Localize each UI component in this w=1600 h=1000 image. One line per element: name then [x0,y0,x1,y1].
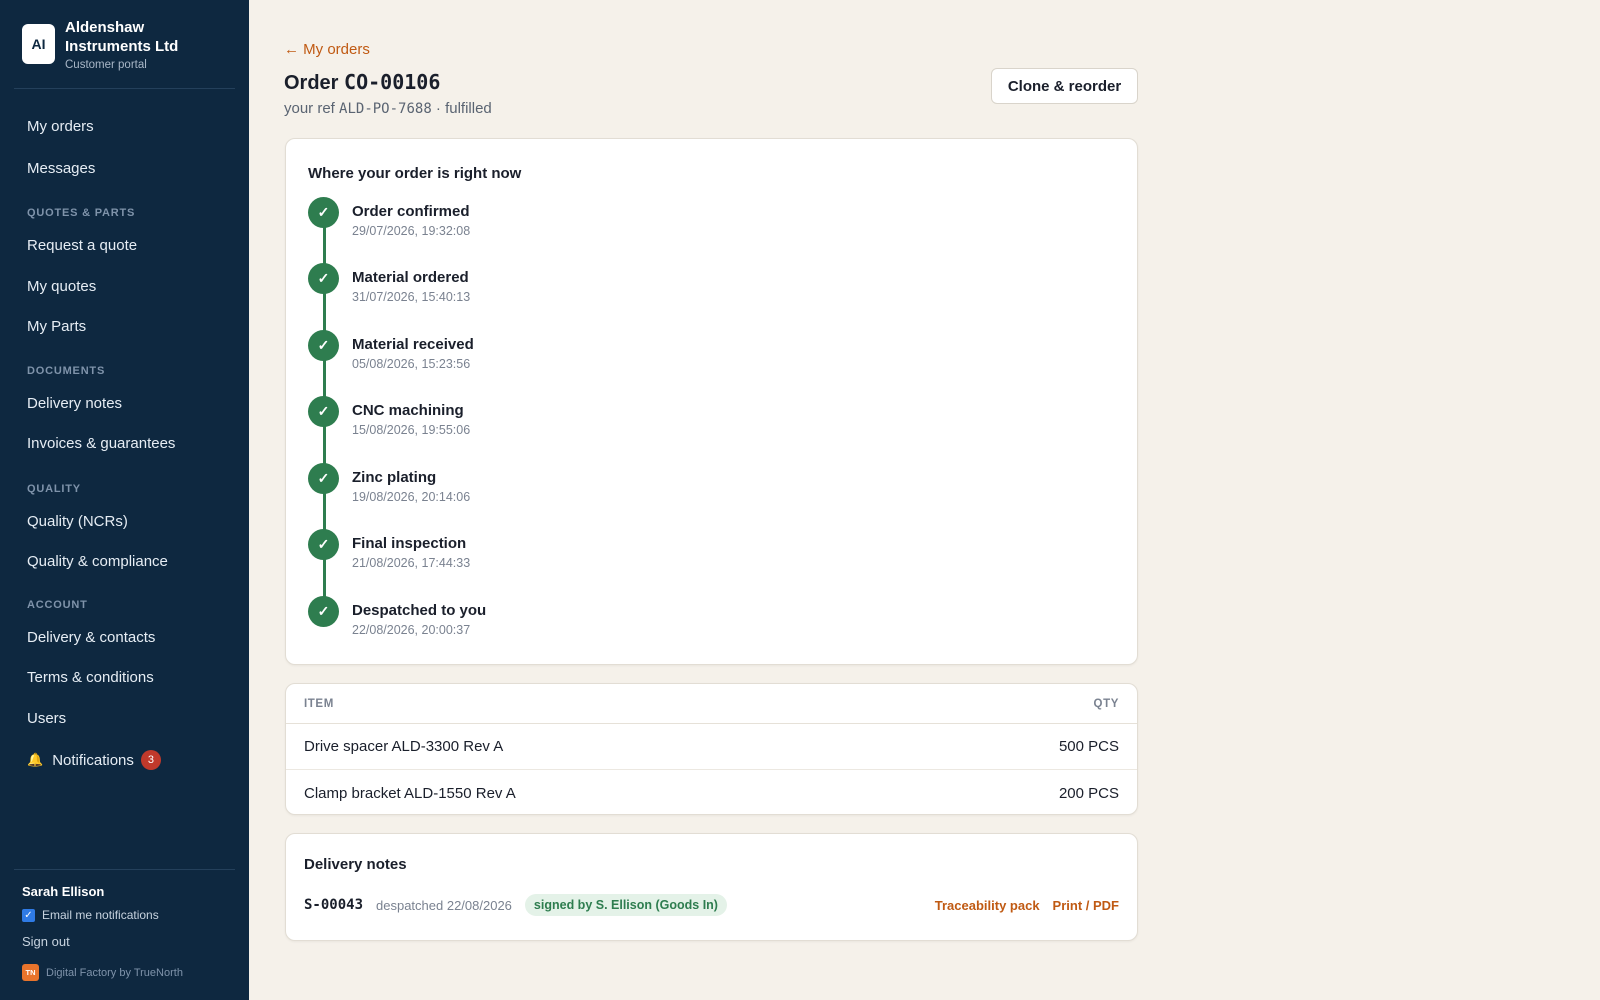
table-row: Drive spacer ALD-3300 Rev A 500 PCS [286,724,1137,770]
ref-prefix: your ref [284,100,335,117]
step-title: Material received [352,336,474,353]
order-id: CO-00106 [344,70,441,94]
brand-logo: AI [22,24,55,64]
back-to-orders-link[interactable]: ← My orders [284,41,370,58]
delivery-notes-heading: Delivery notes [304,856,407,873]
check-icon: ✓ [308,396,339,427]
step-title: Final inspection [352,535,467,552]
order-title-prefix: Order [284,72,339,94]
sign-out-link[interactable]: Sign out [22,934,70,949]
nav-invoices[interactable]: Invoices & guarantees [27,435,175,452]
user-name: Sarah Ellison [22,884,105,899]
bell-icon: 🔔 [27,752,44,767]
step-title: Material ordered [352,269,469,286]
order-title: Order CO-00106 [284,70,440,95]
nav-quality-compliance[interactable]: Quality & compliance [27,553,168,570]
brand: AI Aldenshaw Instruments Ltd Customer po… [22,18,235,88]
clone-reorder-button[interactable]: Clone & reorder [991,68,1138,104]
email-notifications-checkbox[interactable]: ✓ [22,908,35,922]
email-notifications-label: Email me notifications [42,908,159,922]
item-name: Clamp bracket ALD-1550 Rev A [304,784,516,802]
step-title: Despatched to you [352,602,487,619]
delivery-note-row: S-00043 despatched 22/08/2026 signed by … [304,894,1119,916]
sidebar-divider [14,88,235,89]
table-header: ITEM QTY [286,684,1137,724]
table-row: Clamp bracket ALD-1550 Rev A 200 PCS [286,770,1137,814]
nav-my-parts[interactable]: My Parts [27,318,86,335]
nav-notifications[interactable]: 🔔 Notifications 3 [27,750,161,770]
nav-request-quote[interactable]: Request a quote [27,237,137,254]
delivery-note-id: S-00043 [304,897,364,913]
footer-text: Digital Factory by TrueNorth [46,966,183,979]
check-icon: ✓ [308,596,339,627]
order-progress-card: Where your order is right now ✓ Order co… [285,138,1138,665]
nav-quality-ncrs[interactable]: Quality (NCRs) [27,513,128,530]
nav-delivery-contacts[interactable]: Delivery & contacts [27,629,155,646]
delivery-notes-card: Delivery notes S-00043 despatched 22/08/… [285,833,1138,941]
sidebar: AI Aldenshaw Instruments Ltd Customer po… [0,0,249,1000]
nav-messages[interactable]: Messages [27,160,95,177]
order-status: · fulfilled [435,100,492,117]
traceability-pack-link[interactable]: Traceability pack [935,898,1040,913]
nav-section-quality: QUALITY [27,483,81,495]
check-icon: ✓ [308,197,339,228]
item-qty: 500 PCS [1058,738,1119,755]
check-icon: ✓ [308,463,339,494]
item-name: Drive spacer ALD-3300 Rev A [304,738,504,755]
nav-delivery-notes[interactable]: Delivery notes [27,395,122,412]
delivery-note-date: despatched 22/08/2026 [376,897,512,913]
sidebar-footer-divider [14,869,235,870]
nav-section-quotes: QUOTES & PARTS [27,207,136,219]
nav-users[interactable]: Users [27,710,66,727]
step-title: CNC machining [352,402,464,419]
notifications-count-badge: 3 [140,750,161,770]
step-time: 21/08/2026, 17:44:33 [352,556,471,570]
nav-terms[interactable]: Terms & conditions [27,669,154,686]
nav-section-account: ACCOUNT [27,599,88,611]
print-pdf-link[interactable]: Print / PDF [1053,898,1119,913]
truenorth-logo: TN [22,964,39,981]
step-title: Zinc plating [352,469,437,486]
portal-subtitle: Customer portal [65,59,147,71]
order-items-table: ITEM QTY Drive spacer ALD-3300 Rev A 500… [285,683,1138,815]
signed-status-badge: signed by S. Ellison (Goods In) [524,894,727,916]
col-item-header: ITEM [304,697,334,710]
timeline-heading: Where your order is right now [308,165,522,182]
check-icon: ✓ [308,330,339,361]
step-time: 19/08/2026, 20:14:06 [352,490,471,504]
col-qty-header: QTY [1093,697,1119,710]
step-time: 22/08/2026, 20:00:37 [352,623,471,637]
step-time: 15/08/2026, 19:55:06 [352,423,471,437]
step-title: Order confirmed [352,203,470,220]
step-time: 05/08/2026, 15:23:56 [352,357,471,371]
step-time: 31/07/2026, 15:40:13 [352,290,471,304]
company-name: Aldenshaw Instruments Ltd [65,19,179,55]
check-icon: ✓ [308,263,339,294]
nav-my-orders[interactable]: My orders [27,118,94,135]
step-time: 29/07/2026, 19:32:08 [352,224,471,238]
customer-ref: ALD-PO-7688 [339,101,432,117]
email-notifications-option[interactable]: ✓ Email me notifications [22,908,159,922]
nav-my-quotes[interactable]: My quotes [27,278,96,295]
footer-brand: TN Digital Factory by TrueNorth [22,964,183,981]
nav-section-documents: DOCUMENTS [27,365,106,377]
order-subtitle: your ref ALD-PO-7688 · fulfilled [284,100,492,117]
check-icon: ✓ [308,529,339,560]
item-qty: 200 PCS [1058,784,1119,802]
nav-notifications-label: Notifications [52,751,134,769]
